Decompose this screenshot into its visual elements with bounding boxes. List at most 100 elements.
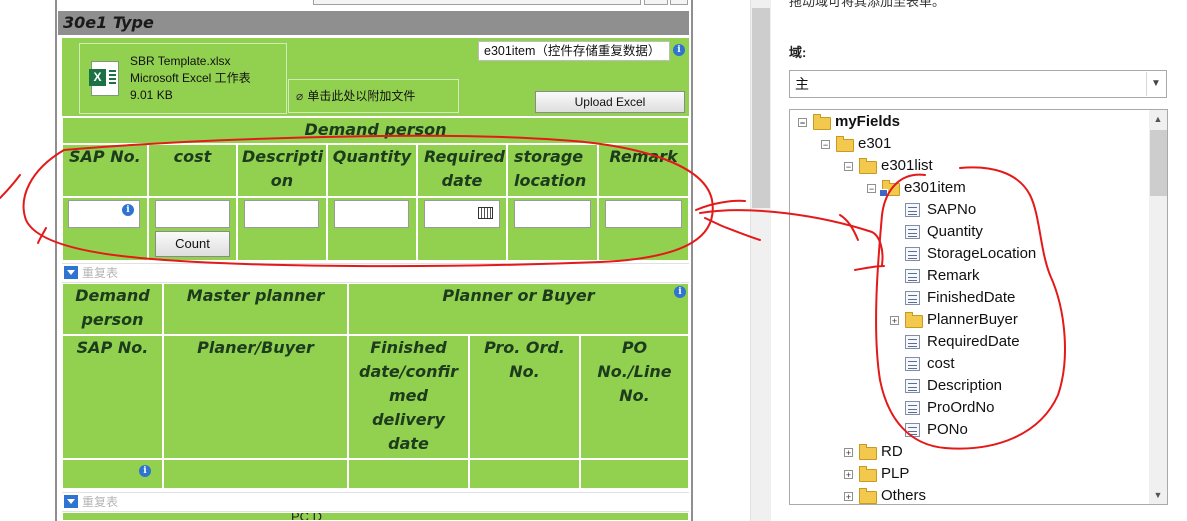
tree-node[interactable]: + RD bbox=[790, 441, 1146, 463]
tree-node[interactable]: StorageLocation bbox=[790, 243, 1146, 265]
storage-location-input[interactable] bbox=[514, 200, 591, 228]
description-input[interactable] bbox=[244, 200, 319, 228]
quantity-input[interactable] bbox=[334, 200, 409, 228]
tree-node[interactable]: + PlannerBuyer bbox=[790, 309, 1146, 331]
table2-cell bbox=[348, 459, 469, 489]
calendar-icon[interactable] bbox=[478, 207, 493, 219]
expand-icon[interactable]: + bbox=[844, 470, 853, 480]
fields-panel: 拖动域可将其添加至表单。 域: 主 ▼ ▲ ▼ − myFields − e301− e… bbox=[771, 0, 1187, 521]
field-icon bbox=[905, 357, 920, 371]
tree-scrollbar[interactable]: ▲ ▼ bbox=[1149, 110, 1167, 504]
tree-node[interactable]: − e301item bbox=[790, 177, 1146, 199]
repeat-table-bar[interactable]: 重复表 bbox=[62, 263, 689, 283]
repeat-table-bar[interactable]: 重复表 bbox=[62, 492, 689, 512]
form-canvas: 30e1 Type X SBR Template.xlsx Microsoft … bbox=[0, 0, 750, 521]
tree-node-label: e301list bbox=[881, 157, 933, 174]
tree-node[interactable]: RequiredDate bbox=[790, 331, 1146, 353]
scroll-up-icon[interactable]: ▲ bbox=[1149, 110, 1167, 128]
tree-node[interactable]: PONo bbox=[790, 419, 1146, 441]
tree-node[interactable]: + PLP bbox=[790, 463, 1146, 485]
tree-node-label: PLP bbox=[881, 465, 910, 482]
field-icon bbox=[905, 225, 920, 239]
attachment-file-type: Microsoft Excel 工作表 bbox=[130, 71, 251, 85]
table2-header-demand-person: Demand person bbox=[62, 283, 163, 335]
field-icon bbox=[905, 269, 920, 283]
field-tree[interactable]: ▲ ▼ − myFields − e301− e301list − e301item SAPN… bbox=[789, 109, 1168, 505]
table2-header-planner-or-buyer: Planner or Buyer bbox=[348, 283, 689, 335]
expand-icon[interactable]: + bbox=[844, 492, 853, 502]
collapse-icon[interactable]: − bbox=[844, 162, 853, 172]
tree-node[interactable]: Quantity bbox=[790, 221, 1146, 243]
remark-input[interactable] bbox=[605, 200, 682, 228]
collapse-icon[interactable]: − bbox=[798, 118, 807, 128]
tree-node-label: Description bbox=[927, 377, 1003, 394]
collapse-icon[interactable]: − bbox=[867, 184, 876, 194]
folder-icon bbox=[859, 444, 877, 460]
tree-node-label: e301 bbox=[858, 135, 892, 152]
col-header-sap-no: SAP No. bbox=[62, 144, 148, 197]
tree-node[interactable]: − e301 bbox=[790, 133, 1146, 155]
canvas-scrollbar[interactable] bbox=[750, 0, 771, 521]
tree-node-label: StorageLocation bbox=[927, 245, 1037, 262]
tree-node-label: Quantity bbox=[927, 223, 983, 240]
table2-cell bbox=[580, 459, 689, 489]
tree-scrollbar-thumb[interactable] bbox=[1150, 130, 1167, 196]
domain-label: 域: bbox=[789, 45, 807, 60]
tree-node[interactable]: ProOrdNo bbox=[790, 397, 1146, 419]
count-button[interactable]: Count bbox=[155, 231, 230, 257]
tree-node-label: PONo bbox=[927, 421, 968, 438]
tree-node[interactable]: cost bbox=[790, 353, 1146, 375]
chevron-down-icon[interactable]: ▼ bbox=[1146, 72, 1165, 96]
info-icon[interactable]: i bbox=[673, 44, 685, 56]
dropdown-arrow-icon[interactable] bbox=[64, 495, 78, 509]
attach-file-box[interactable]: ⌀ 单击此处以附加文件 bbox=[288, 79, 459, 113]
tree-node[interactable]: FinishedDate bbox=[790, 287, 1146, 309]
tree-node[interactable]: − e301list bbox=[790, 155, 1146, 177]
repeat-badge-icon bbox=[879, 189, 888, 197]
col-header-po-line-no: PO No./Line No. bbox=[580, 335, 689, 459]
top-button-stub[interactable] bbox=[644, 0, 668, 5]
col-header-finished-date: Finished date/confir med delivery date bbox=[348, 335, 469, 459]
info-icon[interactable]: i bbox=[122, 204, 134, 216]
info-icon[interactable]: i bbox=[674, 286, 686, 298]
info-icon[interactable]: i bbox=[139, 465, 151, 477]
cost-input[interactable] bbox=[155, 200, 230, 228]
folder-icon bbox=[859, 158, 877, 174]
field-icon bbox=[905, 335, 920, 349]
collapse-icon[interactable]: − bbox=[821, 140, 830, 150]
tree-node[interactable]: − myFields bbox=[790, 111, 1146, 133]
section-title: 30e1 Type bbox=[58, 11, 689, 35]
attachment-card[interactable]: X SBR Template.xlsx Microsoft Excel 工作表 … bbox=[79, 43, 287, 114]
top-input-stub[interactable] bbox=[313, 0, 641, 5]
tree-node-label: cost bbox=[927, 355, 955, 372]
tree-node[interactable]: Remark bbox=[790, 265, 1146, 287]
scroll-down-icon[interactable]: ▼ bbox=[1149, 486, 1167, 504]
canvas-scrollbar-thumb[interactable] bbox=[752, 8, 770, 208]
col-header-storage-location: storage location bbox=[507, 144, 598, 197]
dropdown-arrow-icon[interactable] bbox=[64, 266, 78, 280]
excel-icon: X bbox=[89, 61, 119, 96]
table2-cell bbox=[469, 459, 580, 489]
tree-node-label: RD bbox=[881, 443, 903, 460]
tree-node[interactable]: + Others bbox=[790, 485, 1146, 504]
paperclip-icon: ⌀ bbox=[296, 89, 304, 103]
expand-icon[interactable]: + bbox=[844, 448, 853, 458]
tree-node-label: SAPNo bbox=[927, 201, 977, 218]
upload-excel-button[interactable]: Upload Excel bbox=[535, 91, 685, 113]
expand-icon[interactable]: + bbox=[890, 316, 899, 326]
domain-select[interactable]: 主 ▼ bbox=[789, 70, 1167, 98]
top-button-stub[interactable] bbox=[670, 0, 688, 5]
form-left-edge bbox=[55, 0, 57, 521]
tree-node-label: PlannerBuyer bbox=[927, 311, 1018, 328]
tree-node-label: RequiredDate bbox=[927, 333, 1020, 350]
col-header-description: Descripti on bbox=[237, 144, 327, 197]
tree-node[interactable]: SAPNo bbox=[790, 199, 1146, 221]
tree-node-label: FinishedDate bbox=[927, 289, 1016, 306]
col-header-required-date: Required date bbox=[417, 144, 507, 197]
folder-icon bbox=[905, 312, 923, 328]
domain-select-value: 主 bbox=[795, 76, 809, 92]
repeating-data-label: e301item（控件存储重复数据） bbox=[478, 41, 670, 61]
field-icon bbox=[905, 291, 920, 305]
col-header-pro-ord-no: Pro. Ord. No. bbox=[469, 335, 580, 459]
tree-node[interactable]: Description bbox=[790, 375, 1146, 397]
